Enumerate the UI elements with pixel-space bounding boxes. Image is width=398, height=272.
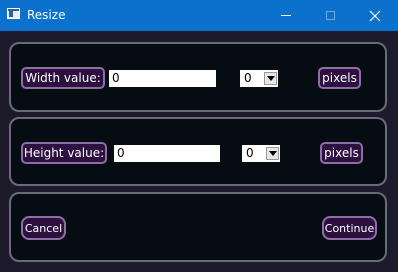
window-title: Resize [27, 8, 66, 22]
width-unit-select[interactable]: 0 [240, 70, 278, 87]
width-unit-select-value: 0 [244, 71, 252, 85]
width-panel: Width value: 0 pixels [9, 42, 387, 112]
continue-button[interactable]: Continue [322, 216, 377, 240]
width-input[interactable] [109, 70, 216, 87]
title-bar[interactable]: Resize [0, 0, 398, 31]
minimize-icon [281, 15, 291, 16]
app-window-icon [7, 8, 20, 19]
minimize-button[interactable] [263, 0, 309, 31]
maximize-button[interactable] [307, 0, 353, 31]
height-unit-label: pixels [320, 142, 363, 164]
chevron-down-icon [266, 147, 279, 160]
height-panel: Height value: 0 pixels [9, 117, 387, 186]
chevron-down-icon [264, 72, 277, 85]
maximize-icon [325, 11, 335, 20]
actions-panel: Cancel Continue [9, 192, 387, 262]
width-label: Width value: [21, 67, 105, 89]
dialog-content: Width value: 0 pixels Height value: 0 pi… [0, 31, 398, 272]
close-icon [369, 10, 381, 21]
height-input[interactable] [114, 145, 220, 162]
cancel-button[interactable]: Cancel [21, 216, 66, 240]
height-label: Height value: [21, 142, 107, 164]
close-button[interactable] [352, 0, 398, 31]
width-unit-label: pixels [318, 67, 361, 89]
height-unit-select[interactable]: 0 [242, 145, 280, 162]
height-unit-select-value: 0 [246, 146, 254, 160]
